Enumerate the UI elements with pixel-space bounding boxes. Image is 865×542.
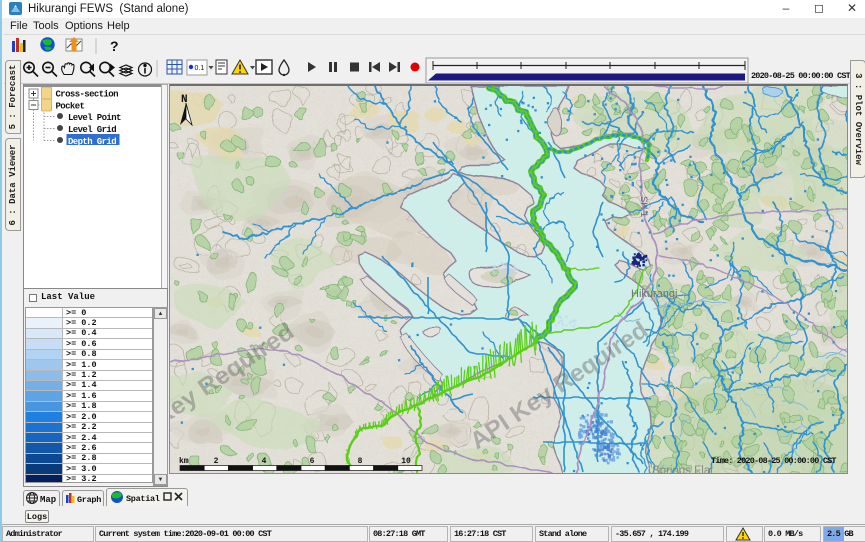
svg-text:Spatial: Spatial [126, 494, 160, 504]
svg-text:Graph: Graph [77, 495, 101, 505]
svg-text:km: km [179, 457, 189, 466]
svg-text:Depth Grid: Depth Grid [68, 137, 116, 147]
svg-text:Map: Map [40, 495, 56, 505]
svg-text:Level Point: Level Point [68, 113, 121, 123]
svg-text:4: 4 [262, 457, 267, 466]
svg-text:SH 1: SH 1 [638, 196, 649, 217]
svg-text:8: 8 [358, 457, 363, 466]
svg-text:Cross-section: Cross-section [56, 90, 119, 100]
svg-text:Springs Flat: Springs Flat [652, 465, 714, 474]
svg-text:0.1: 0.1 [195, 65, 205, 72]
svg-text:?: ? [110, 38, 119, 54]
svg-text:2020-08-25 00:00:00 CST: 2020-08-25 00:00:00 CST [751, 71, 851, 81]
svg-text:Hikurangi: Hikurangi [631, 288, 677, 300]
svg-text:Time: 2020-08-25 00:00:00 CST: Time: 2020-08-25 00:00:00 CST [711, 456, 836, 466]
svg-text:6: 6 [310, 457, 315, 466]
svg-text:Pocket: Pocket [56, 102, 85, 112]
svg-text:Level Grid: Level Grid [68, 125, 116, 135]
svg-text:10: 10 [401, 457, 411, 466]
svg-text:2: 2 [214, 457, 219, 466]
